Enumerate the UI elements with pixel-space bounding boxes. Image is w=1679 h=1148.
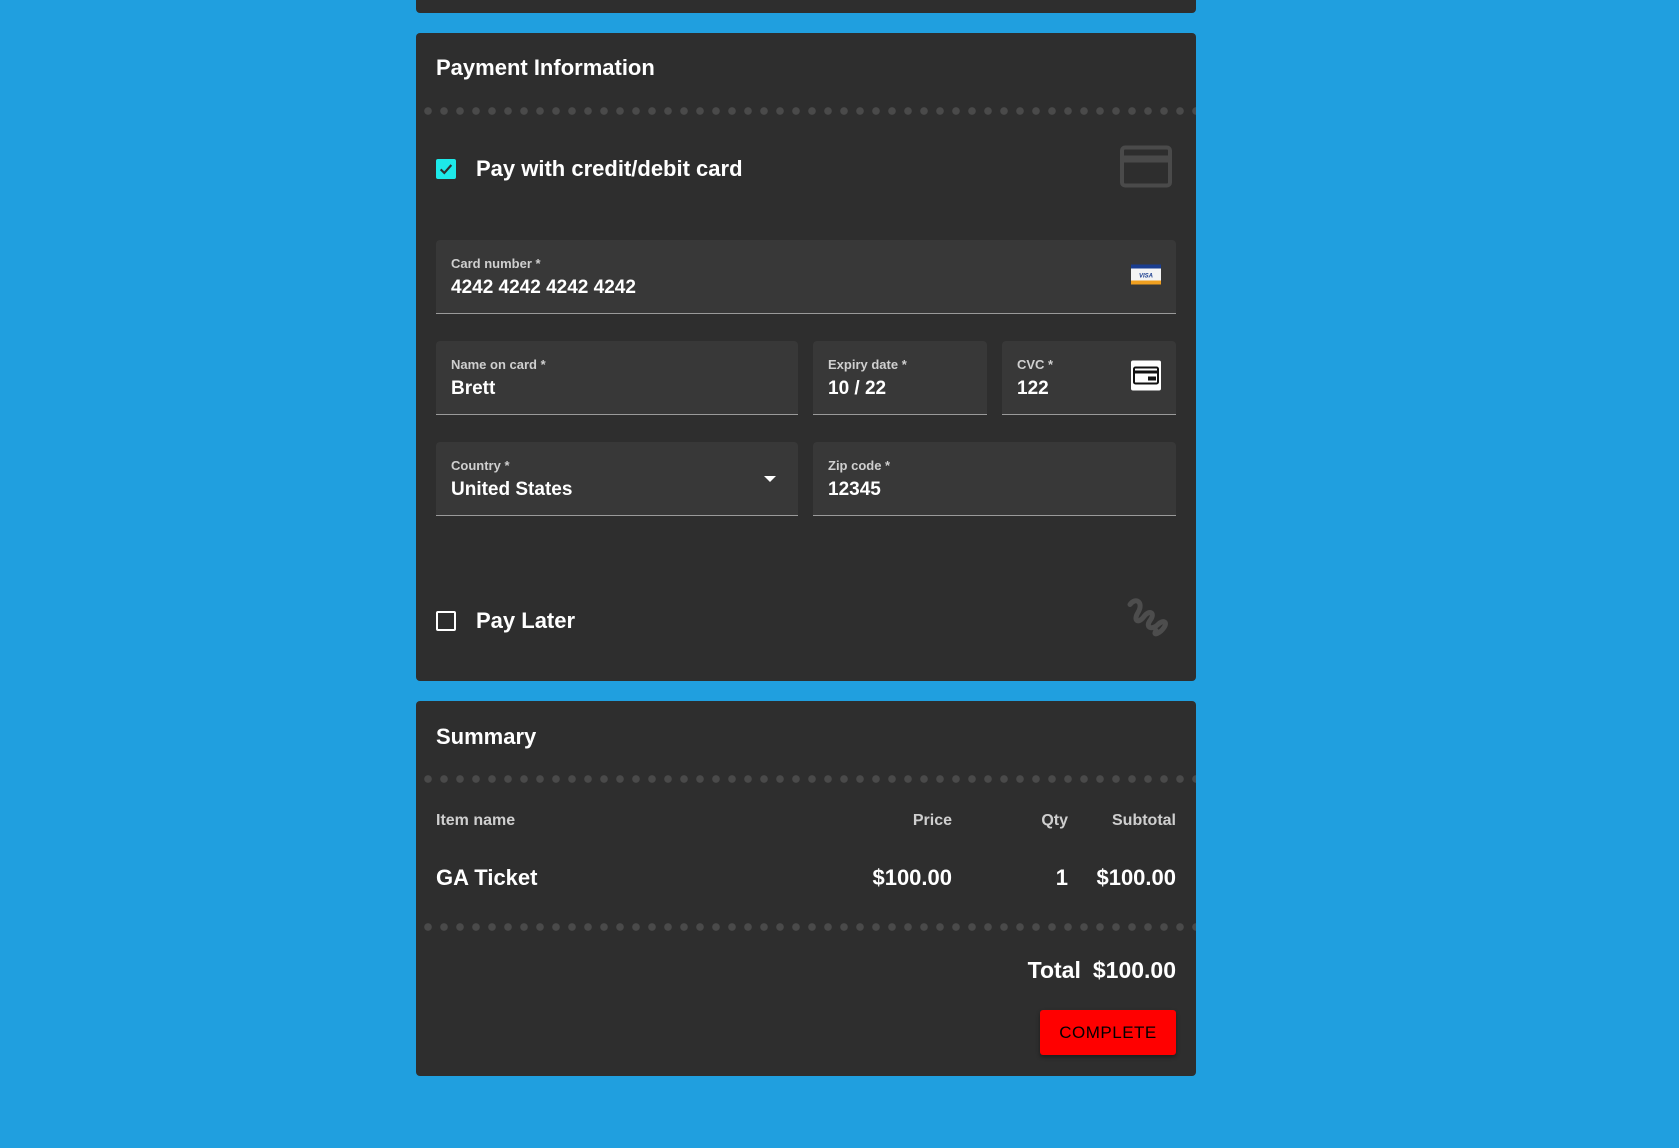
svg-text:VISA: VISA [1139,273,1153,279]
column-header-price: Price [912,812,952,829]
zip-code-label: Zip code * [828,458,891,473]
country-label: Country * [451,458,510,473]
dropdown-arrow-icon[interactable] [764,475,776,482]
column-header-qty: Qty [1041,812,1068,829]
pay-card-label: Pay with credit/debit card [476,156,743,181]
name-on-card-field[interactable]: Name on card * [436,341,798,415]
card-number-label: Card number * [451,256,541,271]
visa-icon: VISA [1131,264,1161,289]
summary-title: Summary [436,724,537,749]
card-number-field[interactable]: Card number * VISA [436,240,1176,314]
summary-card: Summary Item name Price Qty Subtotal GA … [416,701,1196,1076]
item-name-cell: GA Ticket [436,865,538,890]
dotted-divider [416,923,1196,931]
previous-section-card [416,0,1196,13]
dotted-divider [416,775,1196,783]
complete-button[interactable]: COMPLETE [1040,1010,1176,1055]
payment-information-card: Payment Information Pay with credit/debi… [416,33,1196,681]
dotted-divider [416,107,1196,115]
checkmark-icon [439,164,453,175]
cvc-input[interactable] [1017,378,1104,400]
pay-later-label: Pay Later [476,608,576,633]
item-subtotal-cell: $100.00 [1096,865,1176,890]
pay-later-option[interactable]: Pay Later [436,598,1176,641]
name-on-card-label: Name on card * [451,357,546,372]
expiry-date-input[interactable] [828,378,968,400]
pay-later-checkbox[interactable] [436,611,456,631]
item-price-cell: $100.00 [872,865,952,890]
country-select[interactable]: Country * United States [436,442,798,516]
name-on-card-input[interactable] [451,378,741,400]
payment-title: Payment Information [436,55,655,80]
total-row: Total $100.00 [1028,957,1176,984]
card-number-input[interactable] [451,277,1043,299]
country-value: United States [451,479,573,500]
pay-card-option[interactable]: Pay with credit/debit card [436,145,1176,189]
total-value: $100.00 [1092,957,1176,983]
column-header-item-name: Item name [436,812,516,829]
total-label: Total [1027,957,1081,983]
zip-code-field[interactable]: Zip code * [813,442,1176,516]
cvc-label: CVC * [1017,357,1054,372]
pay-card-checkbox[interactable] [436,159,456,179]
cvc-card-icon [1131,360,1161,395]
cvc-field[interactable]: CVC * [1002,341,1176,415]
column-header-subtotal: Subtotal [1112,812,1176,829]
credit-card-icon [1120,145,1172,193]
zip-code-input[interactable] [828,479,1119,501]
expiry-date-field[interactable]: Expiry date * [813,341,987,415]
pay-later-icon [1122,595,1172,648]
expiry-date-label: Expiry date * [828,357,907,372]
item-qty-cell: 1 [1055,865,1068,890]
